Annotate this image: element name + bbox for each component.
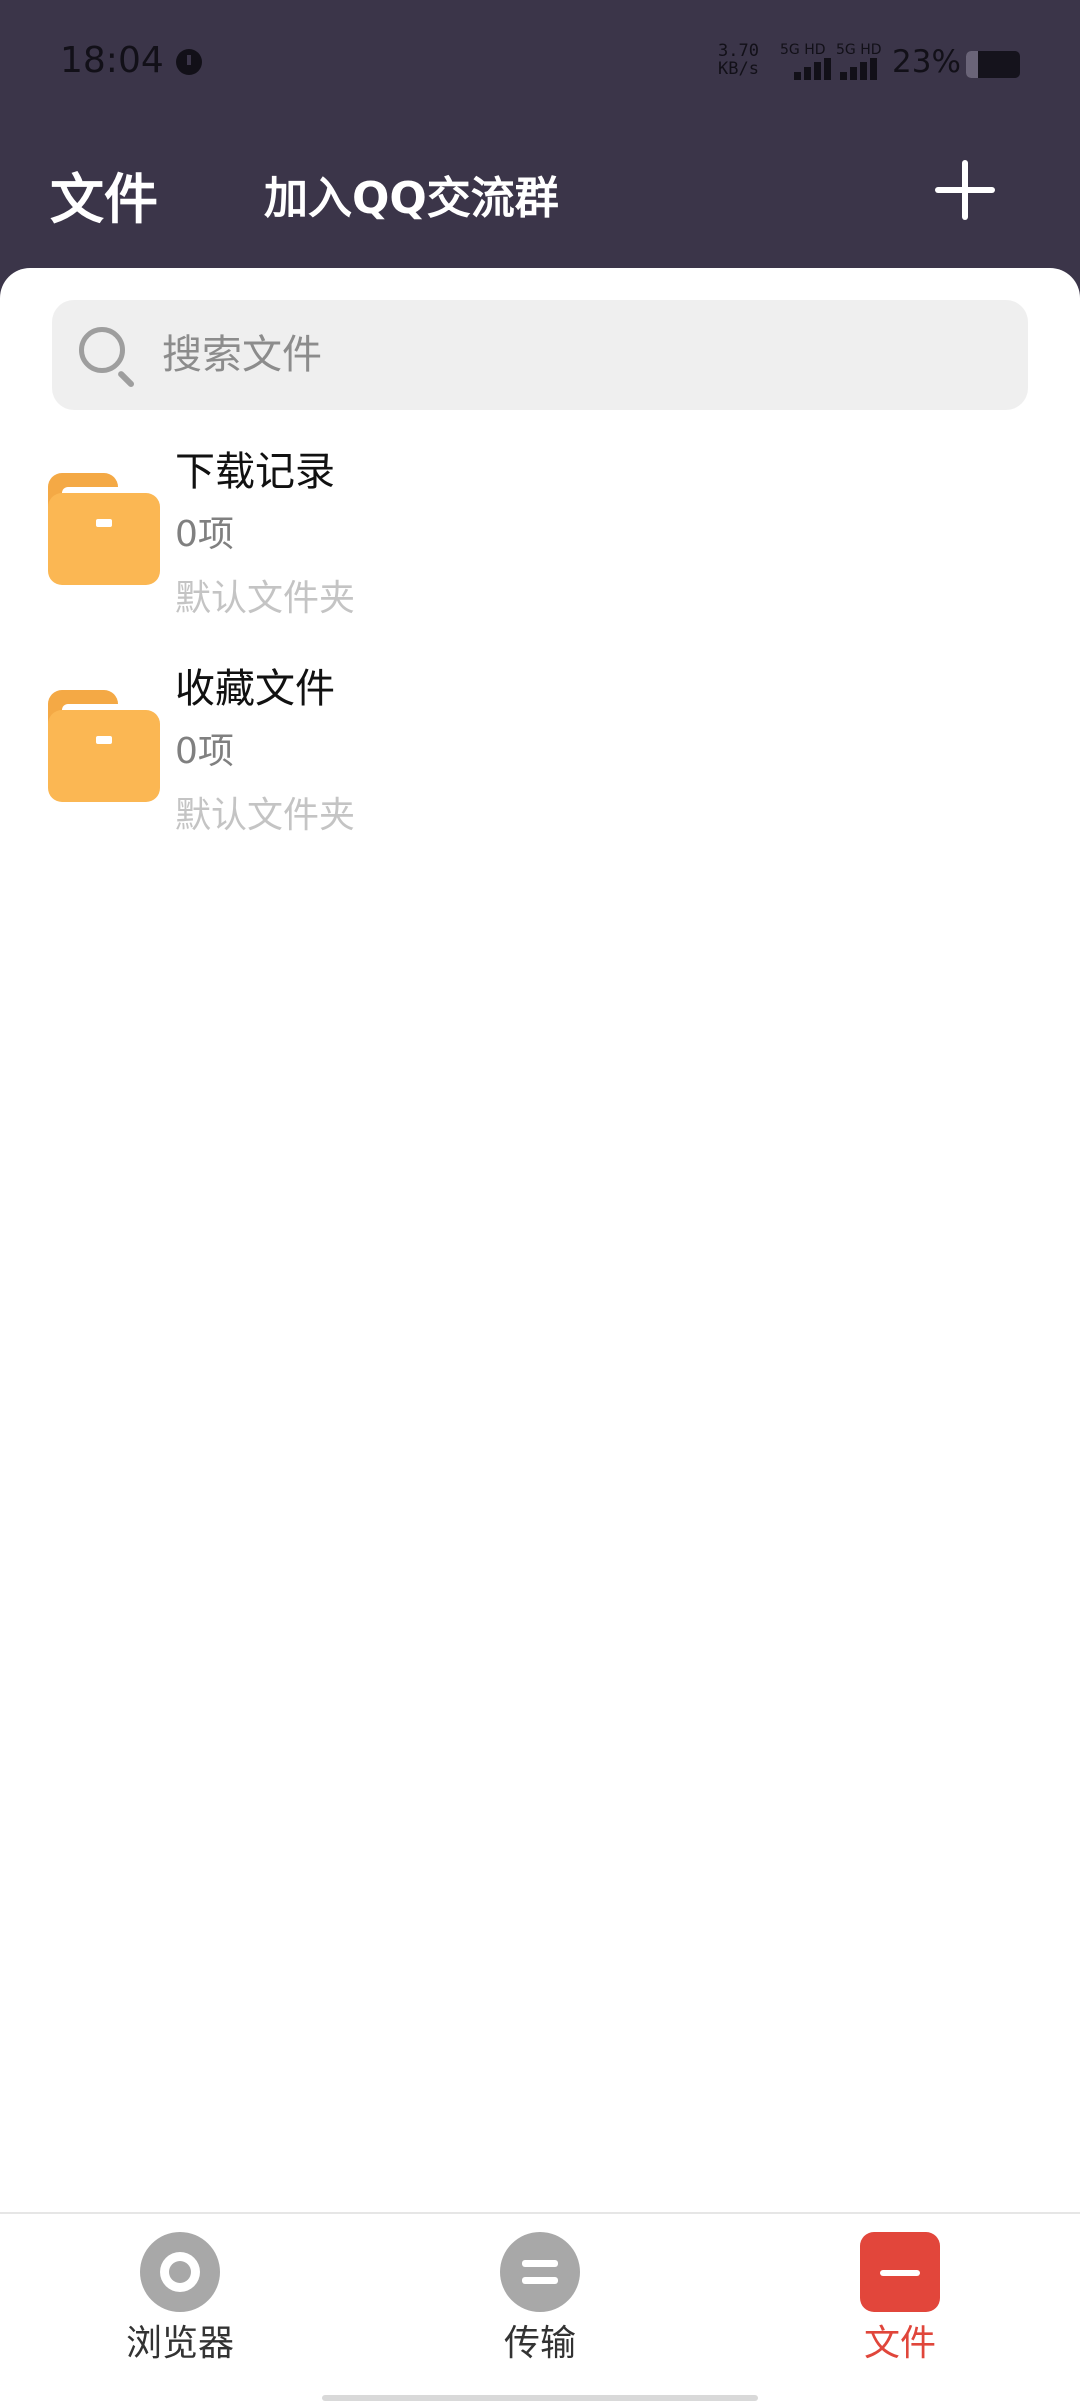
transfer-icon [500, 2232, 580, 2312]
folder-item-downloads[interactable]: 下载记录 0项 默认文件夹 [0, 433, 1080, 633]
folder-icon [48, 473, 160, 585]
page-title: 文件 [50, 168, 158, 231]
nav-label-files: 文件 [863, 2323, 936, 2364]
battery-percent: 23% [892, 44, 961, 80]
signal-sim2-icon: 5G HD [836, 42, 888, 80]
bottom-nav: 浏览器 传输 文件 [0, 2212, 1080, 2408]
home-indicator[interactable] [322, 2395, 758, 2401]
nav-label-transfer: 传输 [503, 2323, 576, 2364]
folder-name: 收藏文件 [175, 666, 335, 712]
nav-item-transfer[interactable]: 传输 [420, 2214, 660, 2364]
network-speed-unit: KB/s [718, 59, 759, 79]
folder-description: 默认文件夹 [175, 578, 356, 619]
sim2-label: 5G HD [836, 42, 882, 58]
files-icon [860, 2222, 940, 2312]
alarm-icon [176, 49, 202, 75]
screen: 18:04 3.70 KB/s 5G HD 5G HD 23% 文件 加入QQ交… [0, 0, 1080, 2408]
browser-icon [140, 2232, 220, 2312]
folder-count: 0项 [175, 731, 234, 772]
folder-item-favorites[interactable]: 收藏文件 0项 默认文件夹 [0, 650, 1080, 850]
nav-item-files[interactable]: 文件 [780, 2214, 1020, 2364]
folder-count: 0项 [175, 514, 234, 555]
battery-icon [966, 51, 1020, 78]
signal-sim1-icon: 5G HD [780, 42, 832, 80]
network-speed-value: 3.70 [718, 41, 759, 61]
join-qq-group-link[interactable]: 加入QQ交流群 [264, 162, 559, 226]
folder-name: 下载记录 [175, 449, 335, 495]
search-bar[interactable] [52, 300, 1028, 410]
status-time: 18:04 [60, 40, 164, 81]
folder-description: 默认文件夹 [175, 795, 356, 836]
search-input[interactable] [162, 300, 1002, 410]
plus-icon[interactable] [935, 160, 995, 220]
search-icon [79, 327, 137, 389]
network-speed: 3.70 KB/s [718, 42, 759, 78]
status-bar: 18:04 3.70 KB/s 5G HD 5G HD 23% [0, 0, 1080, 130]
content-panel: 下载记录 0项 默认文件夹 收藏文件 0项 默认文件夹 [0, 268, 1080, 2213]
sim1-label: 5G HD [780, 42, 826, 58]
nav-label-browser: 浏览器 [125, 2323, 234, 2364]
nav-item-browser[interactable]: 浏览器 [60, 2214, 300, 2364]
folder-icon [48, 690, 160, 802]
